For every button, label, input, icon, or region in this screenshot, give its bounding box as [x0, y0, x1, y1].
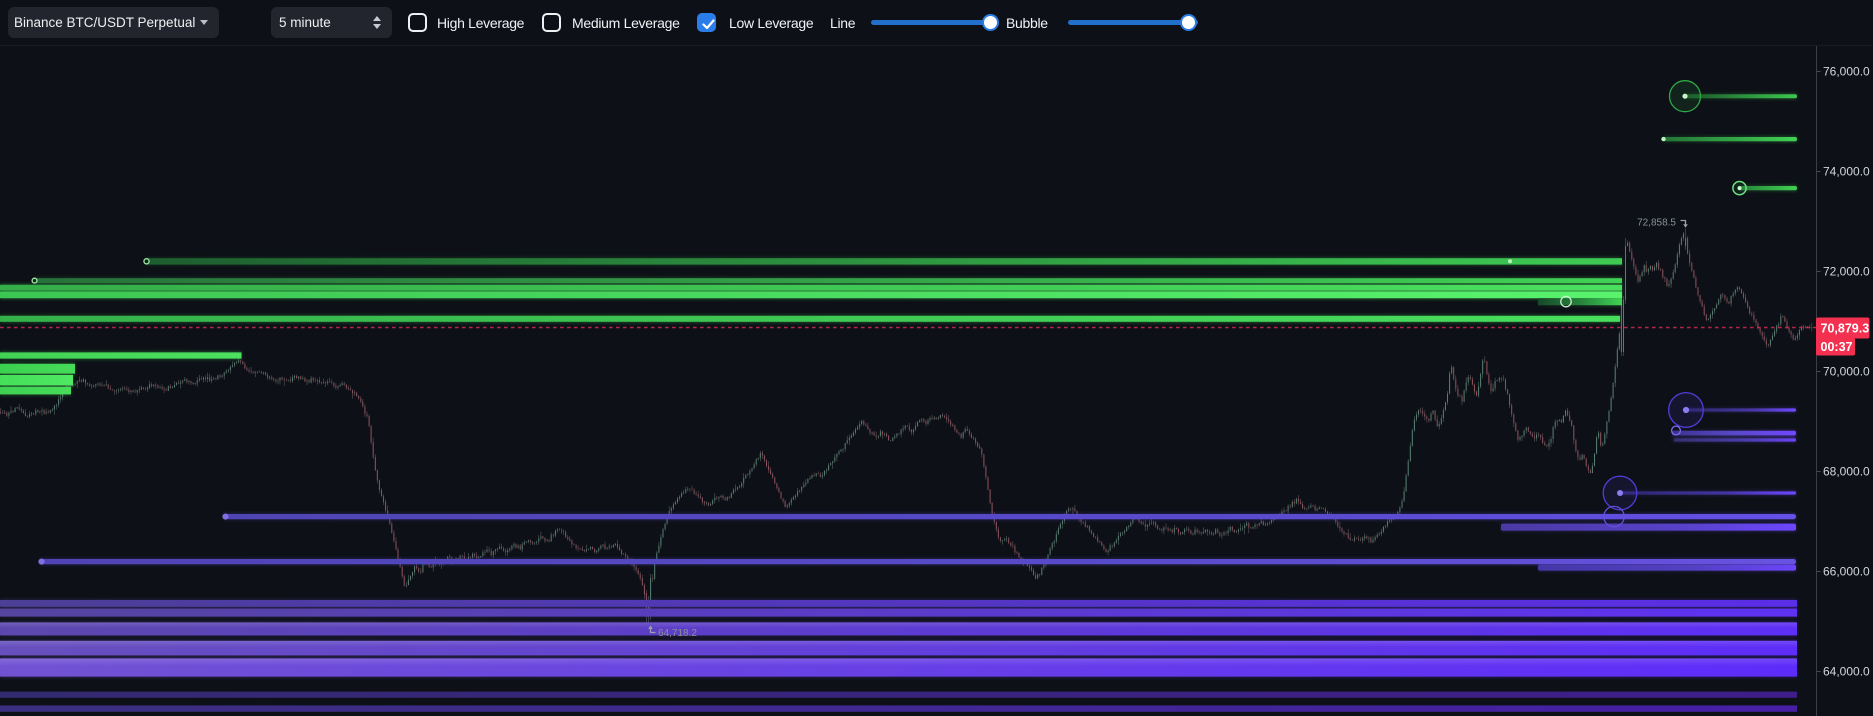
svg-text:74,000.0: 74,000.0 [1823, 165, 1870, 179]
svg-text:00:37: 00:37 [1821, 340, 1853, 354]
svg-text:64,000.0: 64,000.0 [1823, 665, 1870, 679]
svg-text:72,000.0: 72,000.0 [1823, 265, 1870, 279]
svg-text:68,000.0: 68,000.0 [1823, 465, 1870, 479]
svg-text:76,000.0: 76,000.0 [1823, 65, 1870, 79]
svg-text:72,858.5: 72,858.5 [1637, 218, 1676, 229]
svg-text:70,879.3: 70,879.3 [1821, 322, 1870, 336]
svg-text:66,000.0: 66,000.0 [1823, 565, 1870, 579]
svg-text:64,718.2: 64,718.2 [658, 628, 697, 639]
svg-text:70,000.0: 70,000.0 [1823, 365, 1870, 379]
